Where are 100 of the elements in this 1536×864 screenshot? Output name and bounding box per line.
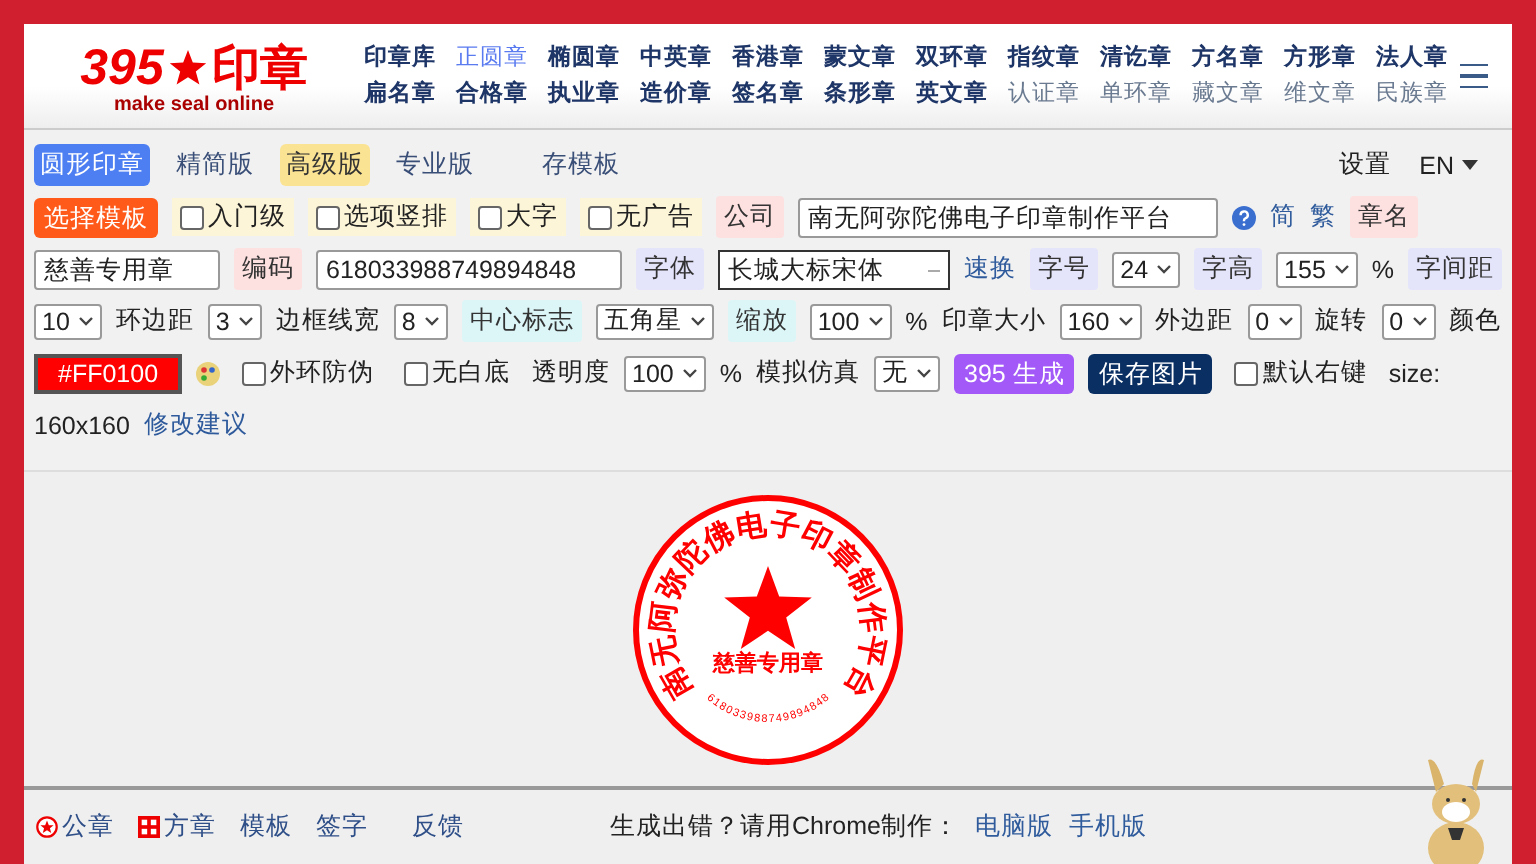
dropdown[interactable]: 无 [874, 355, 941, 392]
chevron-icon [1117, 316, 1134, 327]
version-link[interactable]: 手机版 [1068, 810, 1147, 844]
logo-number: 395 [80, 39, 164, 96]
dropdown[interactable]: 24 [1112, 251, 1181, 288]
footer-link[interactable]: 公章 [36, 810, 114, 844]
help-icon [1232, 205, 1256, 230]
stamp-character: 作 [853, 599, 893, 634]
action-button[interactable]: 保存图片 [1088, 353, 1213, 394]
nav-link[interactable]: 印章库 [364, 42, 436, 73]
nav-link[interactable]: 方名章 [1192, 42, 1264, 73]
checkbox[interactable]: 默认右键 [1226, 354, 1375, 393]
chevron-icon [867, 316, 884, 327]
checkbox[interactable]: 入门级 [172, 198, 294, 237]
stamp-character: 电 [733, 504, 769, 545]
dropdown[interactable]: 0 [1247, 303, 1302, 340]
field-label: 字间距 [1408, 248, 1503, 291]
dropdown[interactable]: 0 [1381, 303, 1436, 340]
label: % [905, 307, 928, 336]
nav-link[interactable]: 签名章 [732, 78, 804, 109]
nav-link[interactable]: 造价章 [640, 78, 712, 109]
chevron-icon [423, 316, 440, 327]
nav-link[interactable]: 香港章 [732, 42, 804, 73]
color-field[interactable]: #FF0100 [34, 353, 183, 394]
label: 边框线宽 [275, 304, 380, 339]
label: 透明度 [532, 356, 611, 391]
nav-link[interactable]: 执业章 [548, 78, 620, 109]
seal-icon [36, 816, 58, 838]
logo-subtitle: make seal online [113, 93, 275, 116]
version-link[interactable]: 电脑版 [974, 810, 1053, 844]
link[interactable]: 速换 [964, 252, 1017, 287]
checkbox[interactable]: 无广告 [580, 198, 702, 237]
nav-link[interactable]: 维文章 [1284, 78, 1356, 109]
link[interactable]: 修改建议 [143, 408, 248, 443]
stamp-name: 慈善专用章 [713, 651, 823, 675]
stamp-character: 无 [643, 631, 685, 669]
chevron-icon [77, 316, 94, 327]
dropdown[interactable]: 3 [207, 303, 262, 340]
checkbox[interactable]: 无白底 [396, 354, 519, 393]
mode-tab[interactable]: 专业版 [390, 144, 480, 187]
stamp-character: 阿 [643, 599, 683, 634]
text-field[interactable]: 慈善专用章 [34, 249, 220, 290]
nav-link[interactable]: 合格章 [456, 78, 528, 109]
field-label: 编码 [234, 248, 302, 291]
nav-link[interactable]: 民族章 [1376, 78, 1448, 109]
stamp-character: 平 [851, 631, 893, 669]
nav-link[interactable]: 方形章 [1284, 42, 1356, 73]
menu-icon[interactable] [1460, 63, 1488, 89]
chevron-icon [1333, 264, 1350, 275]
dropdown[interactable]: 100 [809, 303, 892, 340]
dropdown[interactable]: 10 [34, 303, 102, 340]
nav-link[interactable]: 英文章 [916, 78, 988, 109]
dropdown[interactable]: 100 [624, 355, 706, 392]
link[interactable]: 简 [1270, 200, 1296, 235]
settings-link[interactable]: 设置 [1339, 148, 1392, 183]
mode-tab[interactable]: 圆形印章 [34, 144, 150, 187]
text-field[interactable]: 南无阿弥陀佛电子印章制作平台 [798, 197, 1218, 238]
nav-link[interactable]: 单环章 [1100, 78, 1172, 109]
mode-tab[interactable]: 高级版 [280, 144, 370, 187]
dropdown[interactable]: 160 [1059, 303, 1142, 340]
footer-link[interactable]: 签字 [316, 810, 368, 844]
text-field[interactable]: 618033988749894848 [316, 249, 623, 290]
star-icon [167, 47, 208, 88]
chevron-icon [916, 368, 933, 379]
nav-link[interactable]: 椭圆章 [548, 42, 620, 73]
mode-tab[interactable]: 精简版 [170, 144, 260, 187]
palette-icon [196, 361, 221, 386]
nav-link[interactable]: 双环章 [916, 42, 988, 73]
chevron-icon [1156, 264, 1173, 275]
error-notice: 生成出错？请用Chrome制作： [610, 810, 959, 844]
star-icon [724, 565, 812, 648]
label: % [719, 359, 743, 388]
label: 环边距 [115, 304, 194, 339]
label: 颜色 [1449, 304, 1502, 339]
nav-link[interactable]: 正圆章 [456, 42, 528, 73]
mode-tab[interactable]: 存模板 [536, 144, 626, 187]
checkbox[interactable]: 外环防伪 [234, 354, 383, 393]
nav-link[interactable]: 蒙文章 [824, 42, 896, 73]
font-combobox[interactable]: 长城大标宋体 [718, 249, 951, 290]
checkbox[interactable]: 大字 [470, 198, 566, 237]
nav-link[interactable]: 中英章 [640, 42, 712, 73]
chevron-icon [1411, 316, 1428, 327]
dropdown[interactable]: 155 [1276, 251, 1358, 288]
footer-link[interactable]: 反馈 [412, 810, 464, 844]
nav-link[interactable]: 指纹章 [1008, 42, 1080, 73]
footer-link[interactable]: 模板 [240, 810, 292, 844]
caret-icon [1462, 160, 1478, 171]
nav-link[interactable]: 清讫章 [1100, 42, 1172, 73]
action-button[interactable]: 395 生成 [954, 353, 1075, 394]
dropdown[interactable]: 8 [393, 303, 448, 340]
nav-link[interactable]: 认证章 [1008, 78, 1080, 109]
checkbox[interactable]: 选项竖排 [308, 198, 456, 237]
language-dropdown[interactable]: EN [1419, 151, 1478, 180]
nav-link[interactable]: 扁名章 [364, 78, 436, 109]
nav-link[interactable]: 法人章 [1376, 42, 1448, 73]
dropdown[interactable]: 五角星 [595, 303, 714, 340]
link[interactable]: 繁 [1310, 200, 1336, 235]
nav-link[interactable]: 藏文章 [1192, 78, 1264, 109]
nav-link[interactable]: 条形章 [824, 78, 896, 109]
footer-link[interactable]: 方章 [138, 810, 216, 844]
